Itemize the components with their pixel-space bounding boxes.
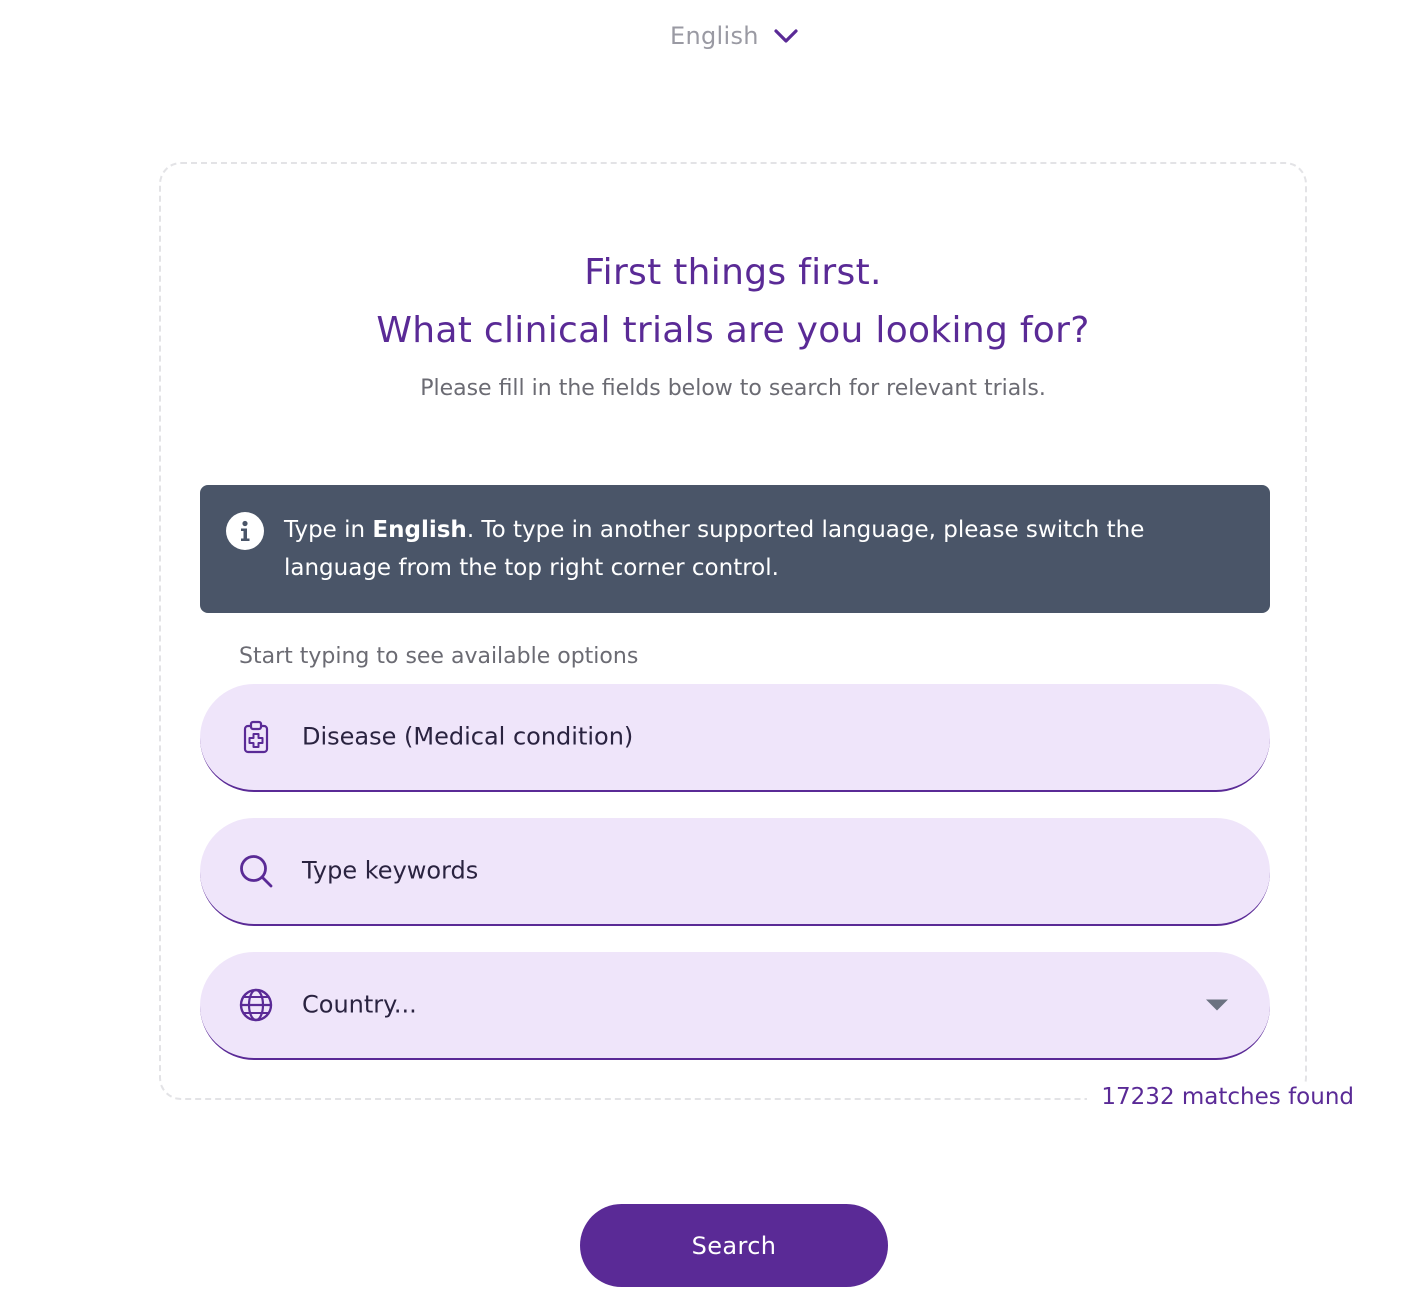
clipboard-medical-icon — [236, 717, 276, 757]
info-banner: Type in English. To type in another supp… — [200, 485, 1270, 613]
page-title-line1: First things first. — [584, 252, 882, 293]
keywords-input[interactable]: Type keywords — [200, 818, 1270, 926]
search-button[interactable]: Search — [580, 1204, 888, 1287]
info-icon — [226, 512, 264, 550]
info-banner-language: English — [372, 517, 467, 543]
country-select[interactable]: Country... — [200, 952, 1270, 1060]
language-label: English — [670, 22, 759, 50]
search-card: First things first. What clinical trials… — [159, 162, 1307, 1100]
page-subtitle: Please fill in the fields below to searc… — [420, 376, 1046, 401]
page: English First things first. What clinica… — [0, 0, 1404, 1296]
disease-placeholder: Disease (Medical condition) — [302, 722, 634, 751]
search-icon — [236, 851, 276, 891]
country-placeholder: Country... — [302, 990, 417, 1019]
page-title-line2: What clinical trials are you looking for… — [376, 310, 1090, 351]
globe-icon — [236, 985, 276, 1025]
field-hint: Start typing to see available options — [239, 644, 639, 669]
disease-input[interactable]: Disease (Medical condition) — [200, 684, 1270, 792]
matches-count: 17232 matches found — [1087, 1084, 1368, 1110]
keywords-placeholder: Type keywords — [302, 856, 479, 885]
language-selector[interactable]: English — [670, 22, 799, 50]
chevron-down-icon — [774, 29, 798, 43]
info-banner-prefix: Type in — [284, 517, 373, 543]
caret-down-icon[interactable] — [1206, 999, 1228, 1011]
